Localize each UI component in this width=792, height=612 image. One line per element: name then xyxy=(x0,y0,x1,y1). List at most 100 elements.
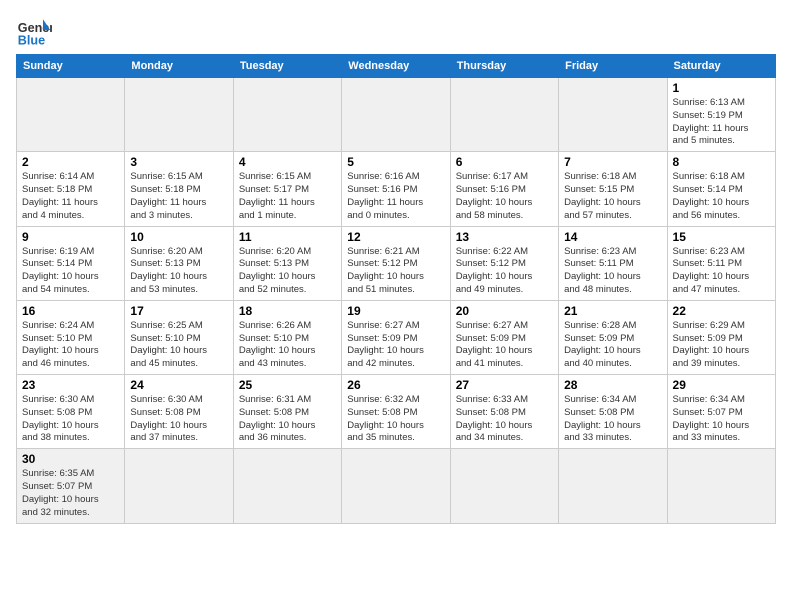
day-number: 1 xyxy=(673,81,770,95)
day-info: Sunrise: 6:17 AM Sunset: 5:16 PM Dayligh… xyxy=(456,171,553,222)
calendar-cell: 24 Sunrise: 6:30 AM Sunset: 5:08 PM Dayli… xyxy=(125,375,233,449)
logo-icon: General Blue xyxy=(16,12,52,48)
day-info: Sunrise: 6:19 AM Sunset: 5:14 PM Dayligh… xyxy=(22,246,119,297)
calendar-cell: 9Sunrise: 6:19 AM Sunset: 5:14 PM Daylig… xyxy=(17,226,125,300)
calendar-cell: 20Sunrise: 6:27 AM Sunset: 5:09 PM Dayli… xyxy=(450,300,558,374)
calendar-cell: 22 Sunrise: 6:29 AM Sunset: 5:09 PM Dayli… xyxy=(667,300,775,374)
day-info: Sunrise: 6:15 AM Sunset: 5:17 PM Dayligh… xyxy=(239,171,336,222)
day-info: Sunrise: 6:18 AM Sunset: 5:15 PM Dayligh… xyxy=(564,171,661,222)
calendar-cell xyxy=(233,78,341,152)
day-info: Sunrise: 6:13 AM Sunset: 5:19 PM Dayligh… xyxy=(673,97,770,148)
calendar-cell: 4 Sunrise: 6:15 AM Sunset: 5:17 PM Daylig… xyxy=(233,152,341,226)
calendar-cell: 10 Sunrise: 6:20 AM Sunset: 5:13 PM Dayli… xyxy=(125,226,233,300)
calendar-cell: 6Sunrise: 6:17 AM Sunset: 5:16 PM Daylig… xyxy=(450,152,558,226)
day-info: Sunrise: 6:31 AM Sunset: 5:08 PM Dayligh… xyxy=(239,394,336,445)
week-row-0: 1 Sunrise: 6:13 AM Sunset: 5:19 PM Daylig… xyxy=(17,78,776,152)
day-info: Sunrise: 6:26 AM Sunset: 5:10 PM Dayligh… xyxy=(239,320,336,371)
day-number: 12 xyxy=(347,230,444,244)
day-number: 24 xyxy=(130,378,227,392)
calendar-cell xyxy=(125,449,233,523)
calendar-cell xyxy=(559,449,667,523)
day-info: Sunrise: 6:30 AM Sunset: 5:08 PM Dayligh… xyxy=(130,394,227,445)
day-number: 20 xyxy=(456,304,553,318)
calendar-cell: 26 Sunrise: 6:32 AM Sunset: 5:08 PM Dayli… xyxy=(342,375,450,449)
calendar-cell xyxy=(559,78,667,152)
day-info: Sunrise: 6:23 AM Sunset: 5:11 PM Dayligh… xyxy=(564,246,661,297)
day-info: Sunrise: 6:18 AM Sunset: 5:14 PM Dayligh… xyxy=(673,171,770,222)
calendar-cell xyxy=(450,78,558,152)
day-info: Sunrise: 6:30 AM Sunset: 5:08 PM Dayligh… xyxy=(22,394,119,445)
day-number: 2 xyxy=(22,155,119,169)
calendar-cell: 28Sunrise: 6:34 AM Sunset: 5:08 PM Dayli… xyxy=(559,375,667,449)
day-number: 10 xyxy=(130,230,227,244)
day-info: Sunrise: 6:22 AM Sunset: 5:12 PM Dayligh… xyxy=(456,246,553,297)
weekday-header-monday: Monday xyxy=(125,55,233,78)
day-number: 19 xyxy=(347,304,444,318)
week-row-2: 9Sunrise: 6:19 AM Sunset: 5:14 PM Daylig… xyxy=(17,226,776,300)
calendar-cell: 8 Sunrise: 6:18 AM Sunset: 5:14 PM Daylig… xyxy=(667,152,775,226)
day-number: 18 xyxy=(239,304,336,318)
week-row-3: 16Sunrise: 6:24 AM Sunset: 5:10 PM Dayli… xyxy=(17,300,776,374)
weekday-header-friday: Friday xyxy=(559,55,667,78)
calendar-cell: 13 Sunrise: 6:22 AM Sunset: 5:12 PM Dayli… xyxy=(450,226,558,300)
day-number: 21 xyxy=(564,304,661,318)
day-info: Sunrise: 6:20 AM Sunset: 5:13 PM Dayligh… xyxy=(130,246,227,297)
day-number: 14 xyxy=(564,230,661,244)
svg-text:Blue: Blue xyxy=(18,33,45,47)
day-info: Sunrise: 6:20 AM Sunset: 5:13 PM Dayligh… xyxy=(239,246,336,297)
day-info: Sunrise: 6:14 AM Sunset: 5:18 PM Dayligh… xyxy=(22,171,119,222)
day-number: 4 xyxy=(239,155,336,169)
day-info: Sunrise: 6:34 AM Sunset: 5:08 PM Dayligh… xyxy=(564,394,661,445)
day-info: Sunrise: 6:24 AM Sunset: 5:10 PM Dayligh… xyxy=(22,320,119,371)
calendar-cell: 21Sunrise: 6:28 AM Sunset: 5:09 PM Dayli… xyxy=(559,300,667,374)
day-info: Sunrise: 6:32 AM Sunset: 5:08 PM Dayligh… xyxy=(347,394,444,445)
day-info: Sunrise: 6:23 AM Sunset: 5:11 PM Dayligh… xyxy=(673,246,770,297)
calendar-cell: 2 Sunrise: 6:14 AM Sunset: 5:18 PM Daylig… xyxy=(17,152,125,226)
day-number: 25 xyxy=(239,378,336,392)
calendar-cell: 29Sunrise: 6:34 AM Sunset: 5:07 PM Dayli… xyxy=(667,375,775,449)
day-info: Sunrise: 6:33 AM Sunset: 5:08 PM Dayligh… xyxy=(456,394,553,445)
calendar-cell: 1 Sunrise: 6:13 AM Sunset: 5:19 PM Daylig… xyxy=(667,78,775,152)
day-number: 17 xyxy=(130,304,227,318)
day-info: Sunrise: 6:29 AM Sunset: 5:09 PM Dayligh… xyxy=(673,320,770,371)
weekday-header-row: SundayMondayTuesdayWednesdayThursdayFrid… xyxy=(17,55,776,78)
day-number: 29 xyxy=(673,378,770,392)
calendar-table: SundayMondayTuesdayWednesdayThursdayFrid… xyxy=(16,54,776,524)
day-number: 13 xyxy=(456,230,553,244)
weekday-header-tuesday: Tuesday xyxy=(233,55,341,78)
calendar-cell: 27 Sunrise: 6:33 AM Sunset: 5:08 PM Dayli… xyxy=(450,375,558,449)
calendar-cell: 15 Sunrise: 6:23 AM Sunset: 5:11 PM Dayli… xyxy=(667,226,775,300)
calendar-cell: 12 Sunrise: 6:21 AM Sunset: 5:12 PM Dayli… xyxy=(342,226,450,300)
week-row-1: 2 Sunrise: 6:14 AM Sunset: 5:18 PM Daylig… xyxy=(17,152,776,226)
day-number: 7 xyxy=(564,155,661,169)
calendar-cell: 3Sunrise: 6:15 AM Sunset: 5:18 PM Daylig… xyxy=(125,152,233,226)
week-row-4: 23 Sunrise: 6:30 AM Sunset: 5:08 PM Dayli… xyxy=(17,375,776,449)
calendar-cell: 25 Sunrise: 6:31 AM Sunset: 5:08 PM Dayli… xyxy=(233,375,341,449)
day-number: 26 xyxy=(347,378,444,392)
day-info: Sunrise: 6:15 AM Sunset: 5:18 PM Dayligh… xyxy=(130,171,227,222)
day-number: 27 xyxy=(456,378,553,392)
calendar-cell xyxy=(125,78,233,152)
calendar-cell xyxy=(17,78,125,152)
calendar-cell: 18 Sunrise: 6:26 AM Sunset: 5:10 PM Dayli… xyxy=(233,300,341,374)
logo: General Blue xyxy=(16,12,52,48)
day-number: 15 xyxy=(673,230,770,244)
calendar-cell xyxy=(667,449,775,523)
calendar-cell: 19 Sunrise: 6:27 AM Sunset: 5:09 PM Dayli… xyxy=(342,300,450,374)
calendar-cell: 11Sunrise: 6:20 AM Sunset: 5:13 PM Dayli… xyxy=(233,226,341,300)
day-number: 5 xyxy=(347,155,444,169)
calendar-cell: 7 Sunrise: 6:18 AM Sunset: 5:15 PM Daylig… xyxy=(559,152,667,226)
day-info: Sunrise: 6:25 AM Sunset: 5:10 PM Dayligh… xyxy=(130,320,227,371)
weekday-header-sunday: Sunday xyxy=(17,55,125,78)
week-row-5: 30Sunrise: 6:35 AM Sunset: 5:07 PM Dayli… xyxy=(17,449,776,523)
day-number: 8 xyxy=(673,155,770,169)
calendar-cell: 5Sunrise: 6:16 AM Sunset: 5:16 PM Daylig… xyxy=(342,152,450,226)
page: General Blue SundayMondayTuesdayWednesda… xyxy=(0,0,792,532)
calendar-cell xyxy=(342,78,450,152)
day-number: 22 xyxy=(673,304,770,318)
day-info: Sunrise: 6:21 AM Sunset: 5:12 PM Dayligh… xyxy=(347,246,444,297)
day-info: Sunrise: 6:27 AM Sunset: 5:09 PM Dayligh… xyxy=(347,320,444,371)
header: General Blue xyxy=(16,12,776,48)
day-number: 23 xyxy=(22,378,119,392)
weekday-header-wednesday: Wednesday xyxy=(342,55,450,78)
